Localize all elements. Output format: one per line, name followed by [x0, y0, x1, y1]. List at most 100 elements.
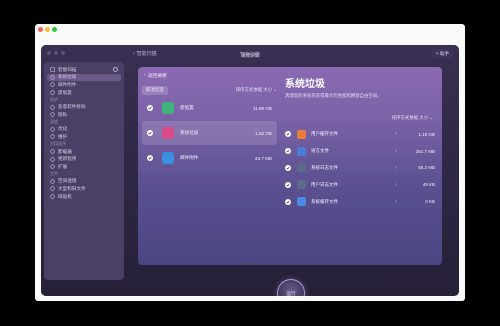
checkbox-checked-icon[interactable]	[147, 155, 153, 161]
category-size: 43.7 MB	[254, 155, 272, 161]
sidebar-item-smart-scan[interactable]: 智能扫描	[44, 66, 124, 74]
category-name: 邮件附件	[180, 155, 199, 160]
detail-title: 系统垃圾	[285, 79, 325, 90]
detail-row-size: 55.2 MB	[418, 165, 435, 171]
category-name: 系统垃圾	[180, 130, 199, 135]
mail-icon	[50, 82, 55, 88]
detail-row-name: 用户缓存文件	[311, 131, 338, 137]
minimize-dot[interactable]	[45, 27, 50, 32]
category-list: 取消全选 排序方式依据 大小 ⌄ 废纸篓 11.96 GB 系统垃圾 1.62 GB 邮…	[142, 85, 277, 165]
sidebar-item[interactable]: 空间透镜	[44, 178, 124, 186]
detail-row-size: 1.18 GB	[418, 131, 435, 137]
hand-icon	[50, 112, 55, 117]
sidebar-item-label: 智能扫描	[58, 66, 77, 72]
checkbox-checked-icon[interactable]	[147, 130, 153, 136]
sidebar-item[interactable]: 碎纸机	[44, 193, 124, 201]
close-dot[interactable]	[38, 27, 43, 32]
sidebar-item[interactable]: 扩展	[44, 163, 124, 171]
shredder-icon	[50, 194, 55, 199]
sidebar-section-header: 保护	[50, 96, 58, 102]
detail-row-name: 用户日志文件	[311, 181, 338, 187]
detail-row[interactable]: 语言文件 › 381.7 MB	[285, 143, 437, 160]
wrench-icon	[50, 134, 55, 140]
chevron-right-icon[interactable]: ›	[395, 148, 397, 154]
sidebar-item-label: 大型和旧文件	[58, 185, 86, 191]
detail-row[interactable]: 系统日志文件 › 55.2 MB	[285, 160, 437, 177]
category-icon	[162, 152, 174, 164]
sidebar-item[interactable]: 维护	[44, 133, 124, 141]
settings-icon[interactable]	[113, 67, 118, 72]
detail-row[interactable]: 用户缓存文件 › 1.18 GB	[285, 126, 437, 143]
sidebar-item-label: 优化	[58, 126, 68, 132]
file-type-icon	[297, 197, 306, 207]
trash-icon	[50, 75, 55, 80]
detail-row[interactable]: 系统缓存文件 › 0 KB	[285, 193, 437, 210]
detail-panel: 系统垃圾 清理您的系统来获得最大的性能和释放自由空间。 排序方式依据 大小 ⌄ …	[285, 75, 437, 260]
screen: ‹ 智能扫描 智能扫描 • 助手 智能扫描 系统垃圾 邮件附件 废纸篓 保护 恶意软件移	[0, 0, 500, 326]
chevron-left-icon: ‹	[144, 73, 146, 78]
category-name: 废纸篓	[180, 105, 194, 110]
sidebar-item-label: 更新程序	[58, 156, 77, 162]
detail-row-size: 49 KB	[422, 182, 435, 188]
sidebar-groups: 系统垃圾 邮件附件 废纸篓 保护 恶意软件移除 隐私 速度 优化 维护 应用程序 卸载器 更新程序 扩展…	[44, 73, 124, 201]
detail-row-name: 系统缓存文件	[311, 198, 338, 204]
lens-icon	[50, 179, 55, 184]
category-rows: 废纸篓 11.96 GB 系统垃圾 1.62 GB 邮件附件 43.7 MB	[142, 96, 277, 170]
sidebar-item-label: 空间透镜	[58, 178, 77, 184]
checkbox-checked-icon[interactable]	[285, 148, 291, 155]
detail-row-name: 语言文件	[311, 148, 329, 154]
category-icon	[162, 127, 174, 139]
chevron-right-icon[interactable]: ›	[395, 165, 397, 171]
bin-icon	[50, 90, 55, 95]
detail-row-name: 系统日志文件	[311, 164, 338, 170]
deselect-all-button[interactable]: 取消全选	[142, 85, 168, 95]
checkbox-checked-icon[interactable]	[285, 164, 291, 171]
category-size: 11.96 GB	[252, 105, 272, 111]
detail-row[interactable]: 用户日志文件 › 49 KB	[285, 176, 437, 193]
sidebar-item-label: 维护	[58, 133, 68, 139]
chevron-right-icon[interactable]: ›	[395, 182, 397, 188]
sidebar-item[interactable]: 邮件附件	[44, 81, 124, 89]
sidebar-item[interactable]: 系统垃圾	[47, 73, 121, 82]
chevron-right-icon[interactable]: ›	[395, 199, 397, 205]
sidebar-item[interactable]: 恶意软件移除	[44, 103, 124, 111]
scan-icon	[50, 67, 55, 73]
sidebar-item-label: 碎纸机	[58, 193, 72, 199]
sidebar-item[interactable]: 废纸篓	[44, 89, 124, 97]
category-size: 1.62 GB	[255, 130, 272, 136]
detail-description: 清理您的系统来获得最大的性能和释放自由空间。	[285, 93, 382, 98]
sidebar-item-label: 卸载器	[58, 148, 72, 154]
sidebar-item[interactable]: 优化	[44, 126, 124, 134]
file-type-icon	[297, 163, 306, 173]
extension-icon	[50, 164, 55, 169]
sidebar-item[interactable]: 卸载器	[44, 148, 124, 156]
checkbox-checked-icon[interactable]	[285, 131, 291, 138]
checkbox-checked-icon[interactable]	[147, 105, 153, 111]
folder-icon	[50, 186, 55, 191]
category-row[interactable]: 系统垃圾 1.62 GB	[142, 121, 277, 145]
sort-by-dropdown[interactable]: 排序方式依据 大小 ⌄	[236, 87, 277, 93]
sidebar: 智能扫描 系统垃圾 邮件附件 废纸篓 保护 恶意软件移除 隐私 速度 优化 维护 应用程序 卸载器更…	[44, 62, 124, 280]
detail-header-label: 清理详情	[241, 53, 259, 58]
sidebar-item-label: 恶意软件移除	[58, 104, 86, 110]
back-to-summary-button[interactable]: ‹ 返回摘要	[144, 72, 167, 79]
category-row[interactable]: 邮件附件 43.7 MB	[142, 146, 277, 170]
sidebar-item[interactable]: 大型和旧文件	[44, 185, 124, 193]
file-type-icon	[297, 129, 306, 139]
chevron-right-icon[interactable]: ›	[395, 131, 397, 137]
category-row[interactable]: 废纸篓 11.96 GB	[142, 96, 277, 120]
checkbox-checked-icon[interactable]	[285, 198, 291, 205]
checkbox-checked-icon[interactable]	[285, 181, 291, 188]
sidebar-item-label: 邮件附件	[58, 81, 77, 87]
browser-window-controls	[38, 27, 57, 32]
detail-rows: 用户缓存文件 › 1.18 GB 语言文件 › 381.7 MB 系统日志文件 › 55.2 M…	[285, 126, 437, 210]
sidebar-item-label: 扩展	[58, 163, 68, 169]
detail-sort-dropdown[interactable]: 排序方式依据 大小 ⌄	[392, 115, 433, 121]
cleaner-app-window: ‹ 智能扫描 智能扫描 • 助手 智能扫描 系统垃圾 邮件附件 废纸篓 保护 恶意软件移	[41, 45, 459, 296]
category-icon	[162, 102, 174, 114]
sidebar-item[interactable]: 隐私	[44, 111, 124, 119]
crumb-label: 返回摘要	[147, 74, 167, 79]
detail-row-size: 0 KB	[425, 199, 435, 205]
zoom-dot[interactable]	[52, 27, 57, 32]
sidebar-item[interactable]: 更新程序	[44, 155, 124, 163]
